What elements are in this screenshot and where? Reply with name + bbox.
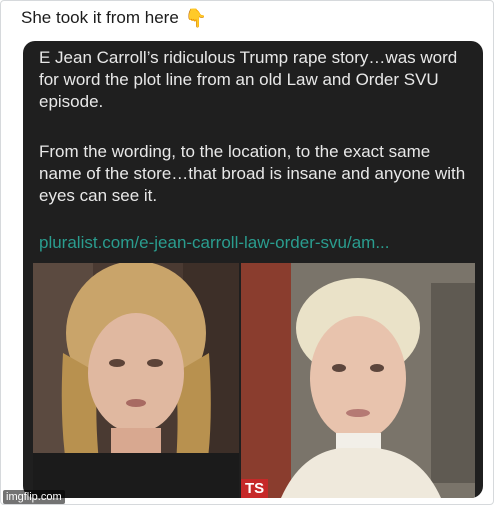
right-photo-image	[241, 263, 475, 498]
left-photo-image	[33, 263, 239, 498]
left-photo	[33, 263, 239, 498]
article-link[interactable]: pluralist.com/e-jean-carroll-law-order-s…	[39, 233, 389, 253]
tweet-text: She took it from here	[21, 8, 179, 27]
tweet-text-row: She took it from here 👇	[21, 8, 207, 28]
post-paragraph-2: From the wording, to the location, to th…	[39, 142, 466, 205]
embedded-post-card[interactable]: E Jean Carroll’s ridiculous Trump rape s…	[23, 41, 483, 498]
ts-badge: TS	[241, 479, 269, 498]
hand-pointing-down-icon: 👇	[184, 8, 208, 28]
imgflip-watermark: imgflip.com	[3, 490, 65, 504]
right-photo: TS	[241, 263, 475, 498]
tweet-card: She took it from here 👇 E Jean Carroll’s…	[0, 0, 494, 505]
post-paragraph-1: E Jean Carroll’s ridiculous Trump rape s…	[39, 48, 458, 111]
